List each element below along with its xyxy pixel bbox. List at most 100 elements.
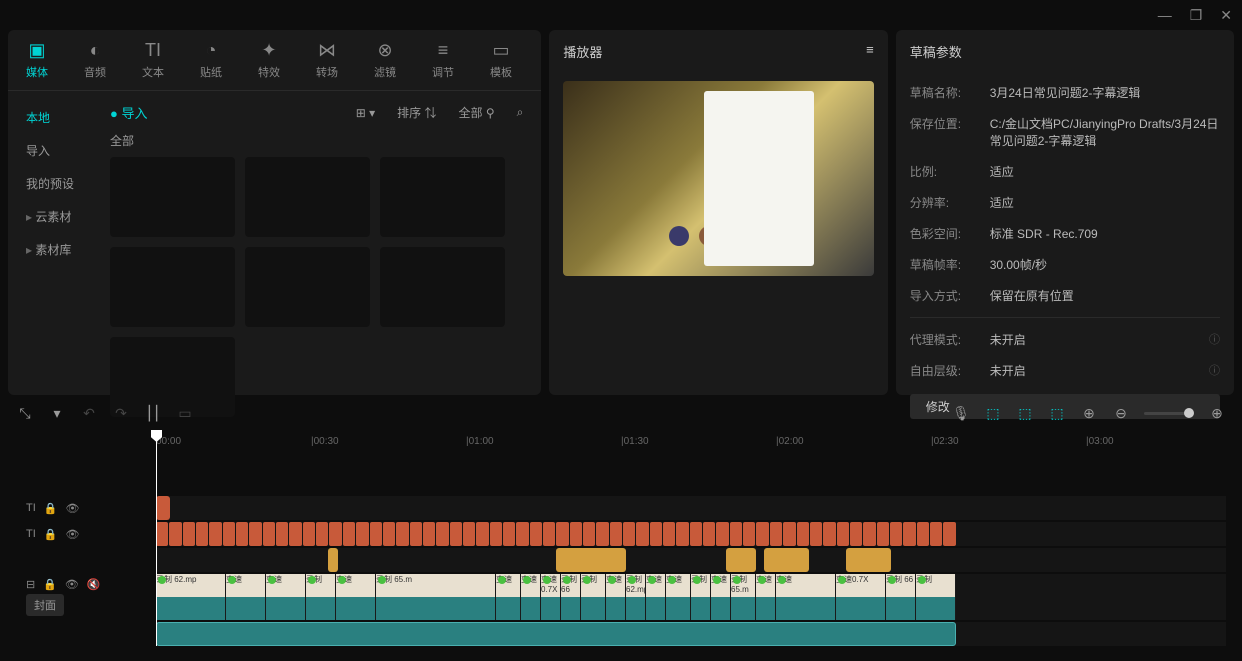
filter-button[interactable]: 全部 ⚲ xyxy=(453,101,501,124)
media-thumb[interactable] xyxy=(380,247,505,327)
media-thumb[interactable] xyxy=(110,157,235,237)
subtitle-clip[interactable] xyxy=(610,522,622,546)
info-icon[interactable]: ⓘ xyxy=(1209,362,1220,379)
video-clip[interactable]: 变速0.7X xyxy=(541,574,561,620)
video-clip[interactable]: 变速 xyxy=(646,574,666,620)
subtitle-clip[interactable] xyxy=(783,522,795,546)
subtitle-clip[interactable] xyxy=(676,522,688,546)
subtitle-clip[interactable] xyxy=(690,522,702,546)
subtitle-clip[interactable] xyxy=(837,522,849,546)
subtitle-clip[interactable] xyxy=(263,522,275,546)
subtitle-clip[interactable] xyxy=(623,522,635,546)
sidebar-preset[interactable]: 我的预设 xyxy=(8,167,98,200)
mute-icon[interactable]: 🔇 xyxy=(87,578,101,591)
subtitle-clip[interactable] xyxy=(183,522,195,546)
video-clip[interactable]: 变速0.7X xyxy=(836,574,886,620)
video-preview[interactable] xyxy=(563,81,873,276)
subtitle-clip[interactable] xyxy=(196,522,208,546)
nav-effect[interactable]: ✦特效 xyxy=(252,38,286,82)
video-clip[interactable]: 录制 62.mp xyxy=(156,574,226,620)
subtitle-clip[interactable] xyxy=(730,522,742,546)
mic-button[interactable]: 🎙 xyxy=(952,405,970,422)
video-clip[interactable]: 变速 xyxy=(226,574,266,620)
subtitle-clip[interactable] xyxy=(289,522,301,546)
cursor-tool[interactable]: ⤡ xyxy=(16,405,34,422)
subtitle-clip[interactable] xyxy=(903,522,915,546)
subtitle-clip[interactable] xyxy=(850,522,862,546)
time-ruler[interactable]: 00:00 |00:30 |01:00 |01:30 |02:00 |02:30… xyxy=(156,432,1226,456)
subtitle-clip[interactable] xyxy=(276,522,288,546)
subtitle-clip[interactable] xyxy=(797,522,809,546)
video-clip[interactable]: 录制 xyxy=(581,574,606,620)
video-clip[interactable]: 变速 xyxy=(521,574,541,620)
subtitle-clip[interactable] xyxy=(303,522,315,546)
subtitle-clip[interactable] xyxy=(890,522,902,546)
subtitle-clip[interactable] xyxy=(383,522,395,546)
cover-button[interactable]: 封面 xyxy=(26,594,64,616)
subtitle-clip[interactable] xyxy=(516,522,528,546)
subtitle-clip[interactable] xyxy=(476,522,488,546)
subtitle-clip[interactable] xyxy=(556,522,568,546)
sidebar-import[interactable]: 导入 xyxy=(8,134,98,167)
subtitle-clip[interactable] xyxy=(156,522,168,546)
media-thumb[interactable] xyxy=(245,247,370,327)
subtitle-clip[interactable] xyxy=(650,522,662,546)
media-thumb[interactable] xyxy=(245,157,370,237)
cursor-dropdown[interactable]: ▾ xyxy=(48,405,66,422)
subtitle-clip[interactable] xyxy=(370,522,382,546)
marker[interactable] xyxy=(764,548,809,572)
nav-media[interactable]: ▣媒体 xyxy=(20,38,54,82)
text-track-1[interactable]: TI🔒👁 xyxy=(16,496,1226,520)
subtitle-clip[interactable] xyxy=(356,522,368,546)
nav-sticker[interactable]: ◔贴纸 xyxy=(194,38,228,82)
eye-icon[interactable]: 👁 xyxy=(65,528,79,541)
subtitle-clip[interactable] xyxy=(329,522,341,546)
undo-button[interactable]: ↶ xyxy=(80,405,98,422)
subtitle-clip[interactable] xyxy=(343,522,355,546)
subtitle-clip[interactable] xyxy=(743,522,755,546)
media-thumb[interactable] xyxy=(380,157,505,237)
video-clip[interactable]: 录制 xyxy=(916,574,956,620)
nav-transition[interactable]: ⋈转场 xyxy=(310,38,344,82)
subtitle-clip[interactable] xyxy=(316,522,328,546)
video-clip[interactable]: 录制 62.mp xyxy=(626,574,646,620)
playhead[interactable] xyxy=(156,432,157,646)
zoom-slider[interactable] xyxy=(1144,412,1194,415)
video-clip[interactable]: 变速 xyxy=(666,574,691,620)
marker-track[interactable] xyxy=(16,548,1226,572)
subtitle-clip[interactable] xyxy=(596,522,608,546)
info-icon[interactable]: ⓘ xyxy=(1209,331,1220,348)
lock-icon[interactable]: 🔒 xyxy=(43,578,57,591)
video-clip[interactable]: 录制 65.m xyxy=(731,574,756,620)
audio-clip[interactable] xyxy=(156,622,956,646)
video-clip[interactable]: 变速 xyxy=(496,574,521,620)
subtitle-clip[interactable] xyxy=(236,522,248,546)
video-clip[interactable]: 录制 66 xyxy=(561,574,581,620)
redo-button[interactable]: ↷ xyxy=(112,405,130,422)
subtitle-clip[interactable] xyxy=(810,522,822,546)
search-button[interactable]: ⌕ xyxy=(511,102,530,123)
subtitle-clip[interactable] xyxy=(930,522,942,546)
zoom-in[interactable]: ⊕ xyxy=(1208,405,1226,422)
subtitle-clip[interactable] xyxy=(463,522,475,546)
tool-1[interactable]: ⬚ xyxy=(984,405,1002,422)
zoom-out[interactable]: ⊖ xyxy=(1112,405,1130,422)
lock-icon[interactable]: 🔒 xyxy=(44,502,58,515)
lock-icon[interactable]: 🔒 xyxy=(44,528,58,541)
subtitle-clip[interactable] xyxy=(169,522,181,546)
sidebar-library[interactable]: 素材库 xyxy=(8,233,98,266)
subtitle-clip[interactable] xyxy=(223,522,235,546)
subtitle-clip[interactable] xyxy=(410,522,422,546)
text-track-2[interactable]: TI🔒👁 xyxy=(16,522,1226,546)
subtitle-clip[interactable] xyxy=(450,522,462,546)
nav-adjust[interactable]: ≡调节 xyxy=(426,38,460,82)
marker[interactable] xyxy=(328,548,338,572)
sort-button[interactable]: 排序 ⇅ xyxy=(391,101,442,124)
eye-icon[interactable]: 👁 xyxy=(65,502,79,515)
audio-track[interactable] xyxy=(16,622,1226,646)
subtitle-clip[interactable] xyxy=(583,522,595,546)
video-clip[interactable]: 录制 xyxy=(691,574,711,620)
subtitle-clip[interactable] xyxy=(917,522,929,546)
video-clip[interactable]: 变速 xyxy=(266,574,306,620)
subtitle-clip[interactable] xyxy=(543,522,555,546)
